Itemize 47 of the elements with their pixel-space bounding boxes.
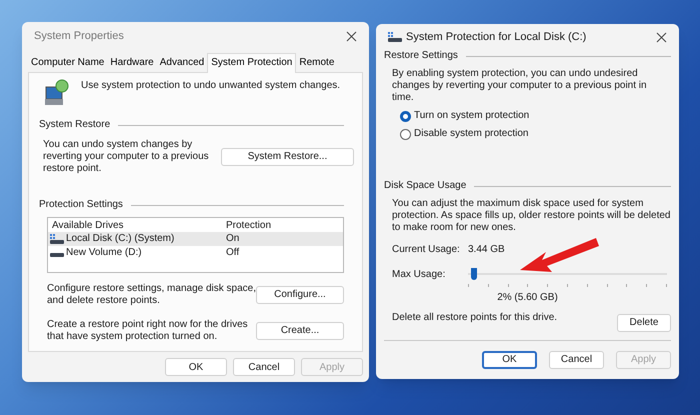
protection-status: On — [225, 233, 240, 245]
window-title: System Properties — [34, 28, 124, 44]
description-text: By enabling system protection, you can undo undesired changes by reverting your computer to a previous point in time. — [391, 68, 648, 104]
drive-row[interactable]: Local Disk (C:) (System) On — [48, 232, 343, 246]
close-icon[interactable] — [656, 32, 667, 42]
group-heading: Restore Settings — [384, 50, 458, 62]
tab[interactable]: System Protection — [207, 53, 296, 73]
radio-button[interactable] — [400, 110, 411, 122]
close-icon[interactable] — [346, 30, 357, 42]
slider-reading: 2% (5.60 GB) — [497, 292, 558, 304]
dialog-button[interactable]: Create... — [256, 322, 344, 340]
protection-status: Off — [225, 247, 240, 259]
usage-label: Current Usage: — [392, 244, 461, 256]
description-text: You can adjust the maximum disk space used for system protection. As space fills up, older restore points will be deleted to make room for new ones. — [391, 198, 671, 234]
dialog-button[interactable]: OK — [482, 351, 537, 369]
drive-icon — [388, 32, 402, 42]
dialog-button[interactable]: Configure... — [256, 286, 344, 304]
drive-row[interactable]: New Volume (D:) Off — [48, 246, 343, 260]
dialog-button[interactable]: Delete — [617, 314, 671, 332]
tab[interactable]: Advanced — [156, 53, 208, 72]
dialog-button[interactable]: Cancel — [233, 358, 295, 376]
radio-button[interactable] — [400, 128, 411, 140]
drive-name: New Volume (D:) — [66, 247, 142, 259]
drive-name: Local Disk (C:) (System) — [66, 233, 174, 245]
window-title: System Protection for Local Disk (C:) — [406, 31, 586, 43]
column-header: Protection — [225, 220, 272, 232]
tab[interactable]: Remote — [296, 53, 338, 72]
slider-thumb[interactable] — [471, 268, 478, 280]
description-text: Configure restore settings, manage disk space, and delete restore points. — [47, 283, 256, 307]
description-text: Create a restore point right now for the drives that have system protection turned on. — [47, 319, 249, 343]
tab[interactable]: Computer Name — [28, 53, 108, 72]
dialog-button[interactable]: OK — [165, 358, 227, 376]
radio-label[interactable]: Turn on system protection — [414, 110, 530, 122]
usage-value: 3.44 GB — [468, 244, 505, 256]
usage-label: Max Usage: — [392, 269, 446, 281]
description-text: You can undo system changes by reverting your computer to a previous restore point. — [43, 139, 210, 175]
tab[interactable]: Hardware — [107, 53, 157, 72]
intro-text: Use system protection to undo unwanted system changes. — [81, 80, 340, 92]
drive-icon — [50, 234, 64, 244]
description-text: Delete all restore points for this drive. — [392, 312, 558, 324]
column-header: Available Drives — [52, 220, 125, 232]
radio-label[interactable]: Disable system protection — [414, 128, 528, 140]
dialog-button[interactable]: System Restore... — [221, 148, 354, 166]
group-heading: System Restore — [39, 119, 110, 131]
group-heading: Disk Space Usage — [384, 180, 466, 192]
group-heading: Protection Settings — [39, 199, 123, 211]
dialog-button[interactable]: Cancel — [549, 351, 604, 369]
